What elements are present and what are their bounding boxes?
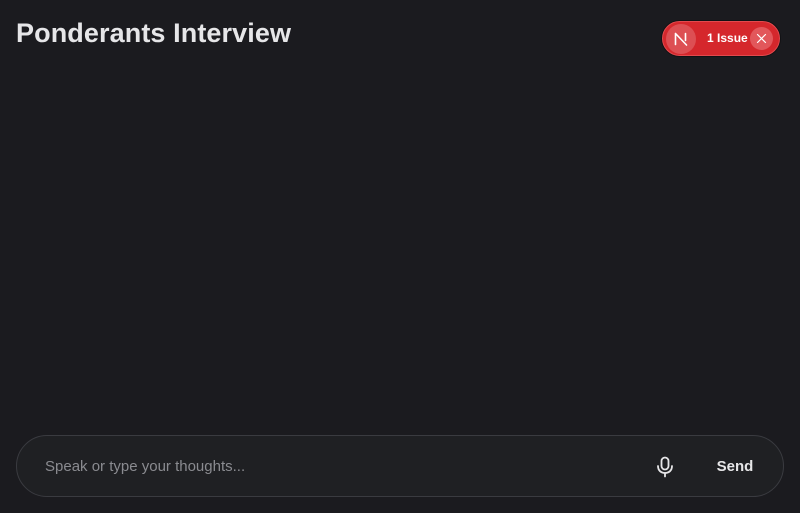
send-button[interactable]: Send	[707, 451, 763, 481]
thoughts-input[interactable]	[45, 450, 625, 482]
dev-issues-pill[interactable]: 1 Issue	[662, 21, 780, 56]
page-title: Ponderants Interview	[16, 18, 292, 48]
microphone-icon[interactable]	[651, 453, 679, 481]
message-composer: Send	[16, 435, 784, 497]
issues-count-label[interactable]: 1 Issue	[707, 31, 748, 46]
close-icon[interactable]	[750, 27, 773, 50]
nextjs-logo-icon[interactable]	[666, 24, 696, 54]
